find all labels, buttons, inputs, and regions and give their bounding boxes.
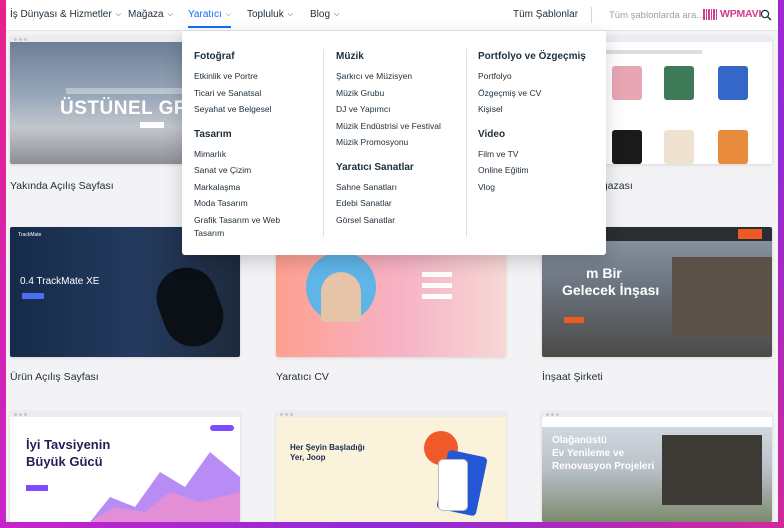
nav-creative-label: Yaratıcı: [188, 9, 222, 20]
card-hero-text: m Bir: [586, 265, 622, 281]
card-caption: Yaratıcı CV: [276, 371, 329, 383]
nav-creative[interactable]: Yaratıcı ⌵: [188, 9, 232, 28]
menu-column-1: Fotoğraf Etkinlik ve Portre Ticari ve Sa…: [194, 51, 280, 244]
card-caption: Ürün Açılış Sayfası: [10, 371, 99, 383]
card-hero-text-2: Gelecek İnşası: [562, 282, 660, 298]
menu-link[interactable]: Şarkıcı ve Müzisyen: [336, 71, 441, 81]
all-templates-link[interactable]: Tüm Şablonlar: [513, 9, 578, 20]
top-nav: İş Dünyası & Hizmetler ⌵ Mağaza ⌵ Yaratı…: [6, 0, 778, 31]
watermark-text: WPMAVI: [720, 8, 762, 20]
menu-link[interactable]: Ticari ve Sanatsal: [194, 88, 280, 98]
nav-community-label: Topluluk: [247, 9, 284, 20]
menu-link[interactable]: Etkinlik ve Portre: [194, 71, 280, 81]
nav-store-label: Mağaza: [128, 9, 164, 20]
category-title-design[interactable]: Tasarım: [194, 129, 280, 140]
card-hero-text: Her Şeyin Başladığı: [290, 443, 365, 452]
category-title-video[interactable]: Video: [478, 129, 586, 140]
template-card-advice[interactable]: İyi Tavsiyenin Büyük Gücü: [10, 411, 240, 522]
card-preview: Her Şeyin Başladığı Yer, Joop: [276, 417, 506, 522]
watermark-logo: WPMAVI: [703, 8, 761, 20]
all-templates-label: Tüm Şablonlar: [513, 9, 579, 20]
nav-blog[interactable]: Blog ⌵: [310, 9, 339, 20]
card-brand: TrackMate: [18, 232, 42, 238]
menu-link[interactable]: Film ve TV: [478, 149, 586, 159]
chevron-down-icon: ⌵: [287, 10, 294, 18]
category-title-music[interactable]: Müzik: [336, 51, 441, 62]
menu-link[interactable]: Seyahat ve Belgesel: [194, 104, 280, 114]
menu-link[interactable]: Markalaşma: [194, 182, 280, 192]
card-hero-text: Olağanüstü: [552, 435, 608, 446]
category-title-creative-arts[interactable]: Yaratıcı Sanatlar: [336, 162, 441, 173]
card-hero-text-2: Yer, Joop: [290, 453, 326, 462]
menu-link[interactable]: Özgeçmiş ve CV: [478, 88, 586, 98]
menu-link[interactable]: Müzik Promosyonu: [336, 137, 441, 147]
nav-business-label: İş Dünyası & Hizmetler: [10, 9, 112, 20]
menu-link[interactable]: Online Eğitim: [478, 165, 586, 175]
card-preview: Olağanüstü Ev Yenileme ve Renovasyon Pro…: [542, 417, 772, 522]
menu-column-2: Müzik Şarkıcı ve Müzisyen Müzik Grubu DJ…: [336, 51, 441, 231]
menu-link[interactable]: Vlog: [478, 182, 586, 192]
card-preview: İyi Tavsiyenin Büyük Gücü: [10, 417, 240, 522]
browser-frame: İş Dünyası & Hizmetler ⌵ Mağaza ⌵ Yaratı…: [6, 0, 778, 522]
menu-link[interactable]: Görsel Sanatlar: [336, 215, 441, 225]
search-input[interactable]: Tüm şablonlarda ara...: [609, 10, 704, 21]
card-hero-text: 0.4 TrackMate XE: [20, 276, 100, 287]
template-card-renovation[interactable]: Olağanüstü Ev Yenileme ve Renovasyon Pro…: [542, 411, 772, 522]
card-hero-text-2: Ev Yenileme ve: [552, 448, 625, 459]
nav-business[interactable]: İş Dünyası & Hizmetler ⌵: [10, 9, 121, 20]
column-divider: [323, 49, 324, 237]
menu-link[interactable]: Müzik Grubu: [336, 88, 441, 98]
chevron-down-icon: ⌵: [115, 10, 122, 18]
menu-link[interactable]: Portfolyo: [478, 71, 586, 81]
menu-link-continued[interactable]: Tasarım: [194, 228, 280, 238]
menu-link[interactable]: DJ ve Yapımcı: [336, 104, 441, 114]
category-title-photography[interactable]: Fotoğraf: [194, 51, 280, 62]
menu-link[interactable]: Moda Tasarım: [194, 198, 280, 208]
menu-link[interactable]: Grafik Tasarım ve Web: [194, 215, 280, 225]
nav-blog-label: Blog: [310, 9, 331, 20]
nav-community[interactable]: Topluluk ⌵: [247, 9, 293, 20]
menu-column-3: Portfolyo ve Özgeçmiş Portfolyo Özgeçmiş…: [478, 51, 586, 198]
menu-link[interactable]: Sahne Sanatları: [336, 182, 441, 192]
card-hero-text-3: Renovasyon Projeleri: [552, 461, 655, 472]
creative-mega-menu: Fotoğraf Etkinlik ve Portre Ticari ve Sa…: [182, 31, 606, 255]
column-divider: [466, 49, 467, 237]
search-icon[interactable]: [760, 9, 772, 21]
nav-divider: [591, 7, 592, 23]
menu-link[interactable]: Müzik Endüstrisi ve Festival: [336, 121, 441, 131]
chevron-down-icon: ⌵: [167, 10, 173, 18]
nav-store[interactable]: Mağaza ⌵: [128, 9, 173, 20]
chevron-down-icon: ⌵: [334, 10, 340, 18]
menu-link[interactable]: Mimarlık: [194, 149, 280, 159]
chevron-up-icon: ⌵: [225, 10, 232, 18]
template-card-joop[interactable]: Her Şeyin Başladığı Yer, Joop: [276, 411, 506, 522]
menu-link[interactable]: Edebi Sanatlar: [336, 198, 441, 208]
card-caption: İnşaat Şirketi: [542, 371, 603, 383]
category-title-portfolio[interactable]: Portfolyo ve Özgeçmiş: [478, 51, 586, 62]
menu-link[interactable]: Kişisel: [478, 104, 586, 114]
menu-link[interactable]: Sanat ve Çizim: [194, 165, 280, 175]
card-caption: Yakında Açılış Sayfası: [10, 180, 114, 192]
